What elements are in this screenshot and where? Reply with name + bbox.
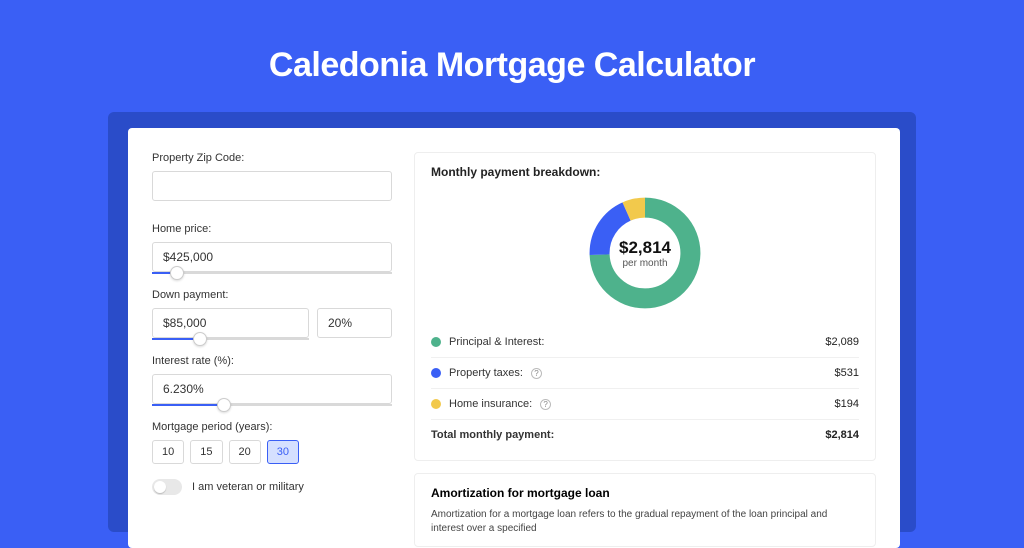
amortization-panel: Amortization for mortgage loan Amortizat… — [414, 473, 876, 547]
legend-dot — [431, 368, 441, 378]
legend-label: Home insurance: — [449, 398, 532, 410]
down-payment-slider[interactable] — [152, 338, 309, 340]
veteran-toggle-row: I am veteran or military — [152, 479, 398, 495]
donut-per-month: per month — [622, 258, 667, 269]
rate-slider[interactable] — [152, 404, 392, 406]
donut-chart: $2,814 per month — [585, 193, 705, 313]
down-payment-label: Down payment: — [152, 289, 398, 301]
legend-value: $531 — [835, 367, 859, 379]
legend-label: Property taxes: — [449, 367, 523, 379]
home-price-slider[interactable] — [152, 272, 392, 274]
breakdown-panel: Monthly payment breakdown: $2,814 per mo… — [414, 152, 876, 461]
hero: Caledonia Mortgage Calculator — [0, 0, 1024, 130]
home-price-label: Home price: — [152, 223, 398, 235]
legend-dot — [431, 399, 441, 409]
legend-total-row: Total monthly payment: $2,814 — [431, 419, 859, 450]
legend-row: Principal & Interest: $2,089 — [431, 327, 859, 357]
period-button-20[interactable]: 20 — [229, 440, 261, 464]
legend-row: Property taxes:? $531 — [431, 357, 859, 388]
rate-input[interactable] — [152, 374, 392, 404]
donut-wrap: $2,814 per month — [431, 187, 859, 327]
breakdown-title: Monthly payment breakdown: — [431, 165, 859, 179]
legend-label: Principal & Interest: — [449, 336, 544, 348]
total-label: Total monthly payment: — [431, 429, 554, 441]
info-icon[interactable]: ? — [531, 368, 542, 379]
period-button-15[interactable]: 15 — [190, 440, 222, 464]
veteran-label: I am veteran or military — [192, 481, 304, 493]
period-button-30[interactable]: 30 — [267, 440, 299, 464]
down-payment-group: Down payment: — [152, 289, 398, 340]
donut-amount: $2,814 — [619, 238, 671, 258]
results-column: Monthly payment breakdown: $2,814 per mo… — [398, 128, 900, 548]
zip-label: Property Zip Code: — [152, 152, 398, 164]
amortization-title: Amortization for mortgage loan — [431, 486, 859, 500]
zip-input[interactable] — [152, 171, 392, 201]
total-value: $2,814 — [825, 429, 859, 441]
period-button-10[interactable]: 10 — [152, 440, 184, 464]
slider-thumb[interactable] — [217, 398, 231, 412]
slider-thumb[interactable] — [193, 332, 207, 346]
period-group: Mortgage period (years): 1015 2030 — [152, 421, 398, 464]
slider-fill — [152, 404, 224, 406]
form-column: Property Zip Code: Home price: Down paym… — [128, 128, 398, 548]
legend-value: $2,089 — [825, 336, 859, 348]
page-title: Caledonia Mortgage Calculator — [269, 46, 755, 85]
home-price-group: Home price: — [152, 223, 398, 274]
rate-group: Interest rate (%): — [152, 355, 398, 406]
period-button-row: 1015 2030 — [152, 440, 398, 464]
info-icon[interactable]: ? — [540, 399, 551, 410]
rate-label: Interest rate (%): — [152, 355, 398, 367]
down-payment-input[interactable] — [152, 308, 309, 338]
home-price-input[interactable] — [152, 242, 392, 272]
veteran-toggle[interactable] — [152, 479, 182, 495]
legend-list: Principal & Interest: $2,089 Property taxe… — [431, 327, 859, 419]
legend-value: $194 — [835, 398, 859, 410]
legend-dot — [431, 337, 441, 347]
toggle-knob — [154, 481, 166, 493]
amortization-text: Amortization for a mortgage loan refers … — [431, 508, 859, 536]
zip-field-group: Property Zip Code: — [152, 152, 398, 201]
calculator-card: Property Zip Code: Home price: Down paym… — [128, 128, 900, 548]
period-label: Mortgage period (years): — [152, 421, 398, 433]
down-payment-pct-input[interactable] — [317, 308, 392, 338]
legend-row: Home insurance:? $194 — [431, 388, 859, 419]
slider-thumb[interactable] — [170, 266, 184, 280]
donut-center: $2,814 per month — [585, 193, 705, 313]
